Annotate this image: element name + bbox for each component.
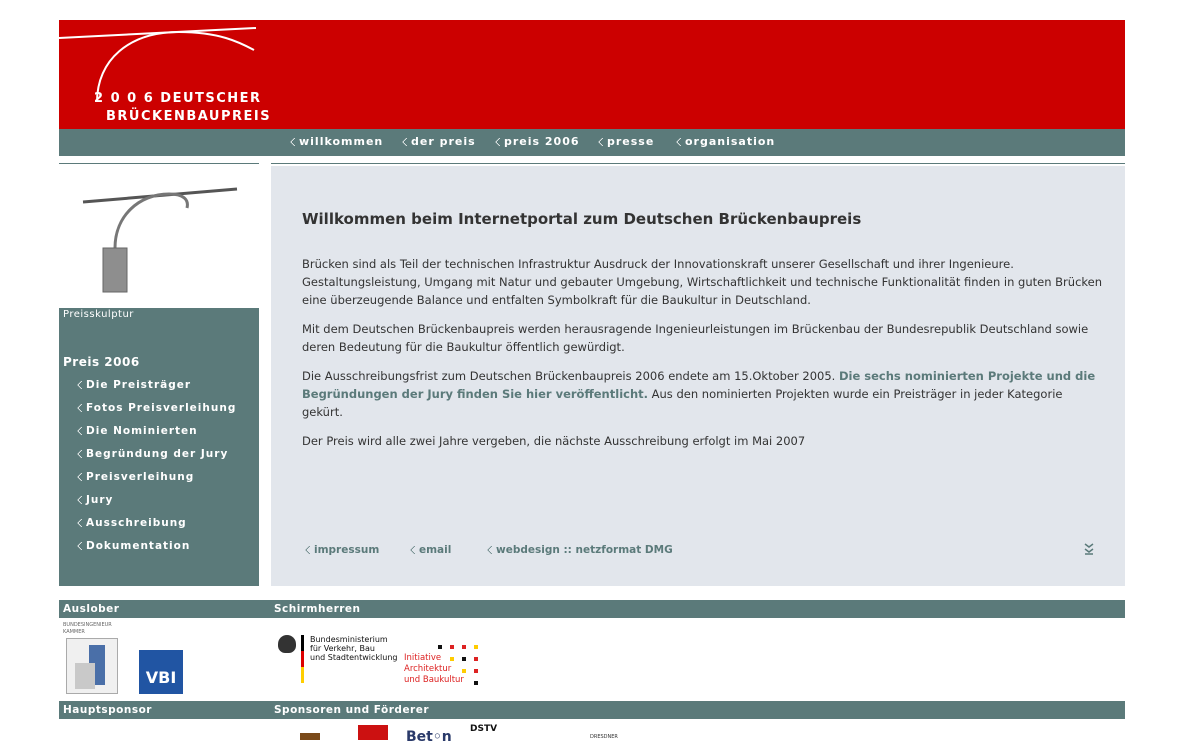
- arrow-icon: [410, 546, 415, 554]
- nav-preis-2006[interactable]: preis 2006: [495, 135, 580, 148]
- main-nav: willkommen der preis preis 2006 presse o…: [59, 129, 1125, 156]
- sidebar: Preisskulptur Preis 2006 Die Preisträger…: [59, 308, 259, 586]
- webdesign-link[interactable]: webdesign :: netzformat DMG: [487, 544, 673, 556]
- sidebar-section-title: Preis 2006: [63, 355, 140, 369]
- arrow-icon: [676, 138, 681, 146]
- sidebar-item-label: Ausschreibung: [86, 517, 187, 529]
- sidebar-item-label: Begründung der Jury: [86, 448, 229, 460]
- sidebar-item-label: Fotos Preisverleihung: [86, 402, 237, 414]
- dstv-logo[interactable]: DSTV: [470, 724, 497, 734]
- logo-line-1: 2 0 0 6 DEUTSCHER: [94, 91, 262, 106]
- logo-line-2: BRÜCKENBAUPREIS: [106, 109, 272, 124]
- sponsor-logo[interactable]: [358, 725, 388, 740]
- sidebar-item-label: Dokumentation: [86, 540, 191, 552]
- sculpture-image: [59, 166, 259, 308]
- link-label: webdesign :: netzformat DMG: [496, 544, 673, 556]
- arrow-icon: [77, 381, 82, 389]
- paragraph-2: Mit dem Deutschen Brückenbaupreis werden…: [302, 322, 1089, 354]
- initiative-architektur-logo[interactable]: Initiative Architektur und Baukultur: [404, 645, 480, 689]
- intro-paragraph: Brücken sind als Teil der technischen In…: [302, 257, 1103, 307]
- sculpture-graphic: [82, 187, 238, 293]
- arrow-icon: [487, 546, 492, 554]
- arrow-icon: [77, 519, 82, 527]
- nav-presse[interactable]: presse: [598, 135, 654, 148]
- sponsor-header-bar: Auslober Schirmherren: [59, 600, 1125, 618]
- sponsor-header-bar-2: Hauptsponsor Sponsoren und Förderer: [59, 701, 1125, 719]
- arrow-icon: [495, 138, 500, 146]
- arrow-icon: [77, 542, 82, 550]
- arrow-icon: [77, 450, 82, 458]
- page-title: Willkommen beim Internetportal zum Deuts…: [302, 210, 862, 228]
- sidebar-item-dokumentation[interactable]: Dokumentation: [77, 540, 190, 552]
- paragraph-3-text: Die Ausschreibungsfrist zum Deutschen Br…: [302, 369, 839, 383]
- sidebar-item-begruendung[interactable]: Begründung der Jury: [77, 448, 228, 460]
- link-label: email: [419, 544, 452, 556]
- site-header: 2 0 0 6 DEUTSCHER BRÜCKENBAUPREIS: [59, 20, 1125, 129]
- bmvbs-logo[interactable]: Bundesministerium für Verkehr, Bau und S…: [278, 635, 398, 687]
- vbi-text: VBI: [145, 668, 177, 687]
- bmvbs-line-2: für Verkehr, Bau: [310, 644, 375, 653]
- vbi-logo[interactable]: VBI: [139, 650, 183, 694]
- sidebar-caption: Preisskulptur: [63, 309, 134, 320]
- nav-label: der preis: [411, 135, 476, 148]
- main-content: Willkommen beim Internetportal zum Deuts…: [271, 166, 1125, 586]
- paragraph-4: Der Preis wird alle zwei Jahre vergeben,…: [302, 434, 806, 448]
- bmvbs-line-3: und Stadtentwicklung: [310, 653, 398, 662]
- sidebar-item-label: Die Preisträger: [86, 379, 192, 391]
- divider: [271, 163, 1125, 164]
- dresdner-logo[interactable]: DRESDNER: [590, 734, 618, 740]
- eagle-icon: [278, 635, 296, 653]
- dots-graphic: [438, 645, 478, 685]
- link-label: impressum: [314, 544, 380, 556]
- nav-label: willkommen: [299, 135, 384, 148]
- divider: [59, 163, 259, 164]
- paragraph-3: Die Ausschreibungsfrist zum Deutschen Br…: [302, 367, 1102, 421]
- arrow-icon: [77, 496, 82, 504]
- arrow-icon: [77, 427, 82, 435]
- nav-label: organisation: [685, 135, 776, 148]
- arrow-icon: [77, 404, 82, 412]
- sidebar-item-preistraeger[interactable]: Die Preisträger: [77, 379, 191, 391]
- scroll-top-icon[interactable]: [1084, 543, 1094, 555]
- sidebar-item-nominierten[interactable]: Die Nominierten: [77, 425, 198, 437]
- arrow-icon: [77, 473, 82, 481]
- sponsor-logo[interactable]: [300, 733, 320, 740]
- bmvbs-line-1: Bundesministerium: [310, 635, 388, 644]
- sidebar-item-fotos[interactable]: Fotos Preisverleihung: [77, 402, 236, 414]
- arrow-icon: [305, 546, 310, 554]
- arrow-icon: [402, 138, 407, 146]
- nav-organisation[interactable]: organisation: [676, 135, 775, 148]
- site-logo[interactable]: 2 0 0 6 DEUTSCHER BRÜCKENBAUPREIS: [94, 90, 271, 126]
- bik-caption-2: KAMMER: [63, 629, 85, 635]
- sponsoren-label: Sponsoren und Förderer: [274, 704, 430, 716]
- arrow-icon: [598, 138, 603, 146]
- sidebar-item-label: Preisverleihung: [86, 471, 195, 483]
- sidebar-item-label: Die Nominierten: [86, 425, 198, 437]
- bik-caption-1: BUNDESINGENIEUR: [63, 622, 112, 628]
- email-link[interactable]: email: [410, 544, 451, 556]
- arrow-icon: [290, 138, 295, 146]
- sidebar-item-ausschreibung[interactable]: Ausschreibung: [77, 517, 187, 529]
- auslober-label: Auslober: [63, 603, 120, 615]
- schirmherren-label: Schirmherren: [274, 603, 361, 615]
- nav-willkommen[interactable]: willkommen: [290, 135, 383, 148]
- beton-logo[interactable]: Bet◦n: [406, 730, 452, 744]
- bundesingenieurkammer-logo[interactable]: BUNDESINGENIEUR KAMMER: [63, 622, 123, 696]
- nav-der-preis[interactable]: der preis: [402, 135, 476, 148]
- sidebar-item-label: Jury: [86, 494, 114, 506]
- nav-label: presse: [607, 135, 655, 148]
- nav-label: preis 2006: [504, 135, 580, 148]
- hauptsponsor-label: Hauptsponsor: [63, 704, 152, 716]
- impressum-link[interactable]: impressum: [305, 544, 379, 556]
- sidebar-item-preisverleihung[interactable]: Preisverleihung: [77, 471, 194, 483]
- sidebar-item-jury[interactable]: Jury: [77, 494, 113, 506]
